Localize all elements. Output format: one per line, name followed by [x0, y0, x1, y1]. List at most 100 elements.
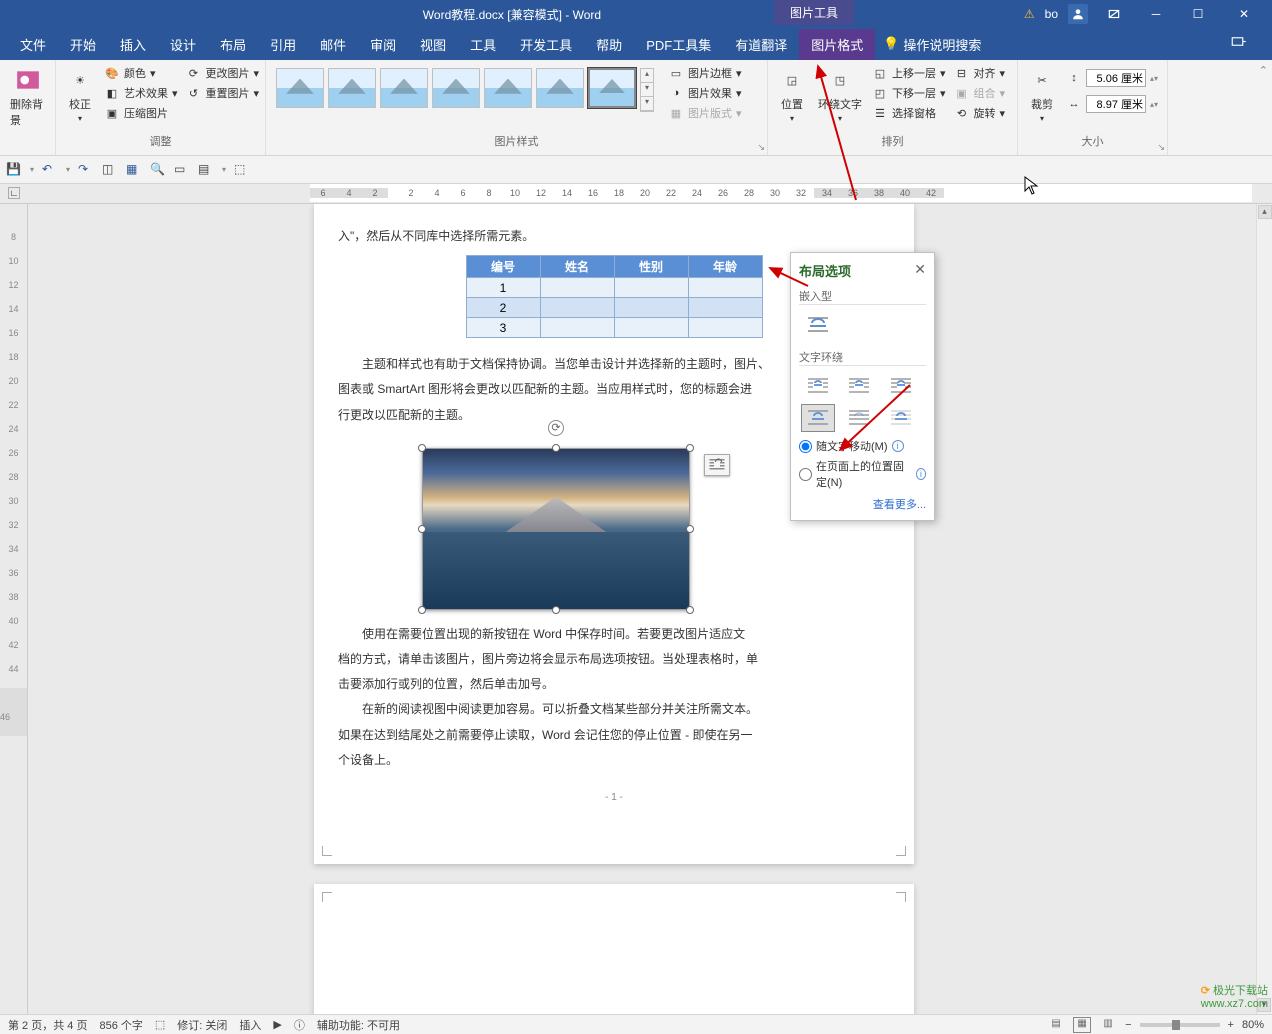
position-button[interactable]: ◲位置▾: [774, 64, 810, 125]
picture-style-thumb-selected[interactable]: [588, 68, 636, 108]
picture-style-thumb[interactable]: [536, 68, 584, 108]
language-icon[interactable]: ⬚: [155, 1018, 165, 1031]
table-header[interactable]: 姓名: [540, 256, 614, 278]
vertical-ruler[interactable]: 8 10 12 14 16 18 20 22 24 26 28 30 32 34…: [0, 204, 28, 1014]
image-content[interactable]: [422, 448, 690, 610]
maximize-button[interactable]: ☐: [1182, 0, 1214, 28]
accessibility-status[interactable]: 辅助功能: 不可用: [317, 1017, 400, 1033]
align-button[interactable]: ⊟对齐 ▾: [952, 64, 1008, 82]
body-text[interactable]: 入"，然后从不同库中选择所需元素。: [338, 224, 890, 249]
tab-youdao[interactable]: 有道翻译: [723, 29, 799, 60]
info-icon[interactable]: i: [916, 468, 926, 480]
rotate-handle[interactable]: ⟳: [548, 420, 564, 436]
zoom-level[interactable]: 80%: [1242, 1019, 1264, 1031]
ribbon-display-options-icon[interactable]: [1098, 0, 1130, 28]
qat-icon[interactable]: ▦: [126, 162, 142, 178]
body-text[interactable]: 个设备上。: [338, 748, 890, 773]
resize-handle[interactable]: [418, 525, 426, 533]
body-text[interactable]: 使用在需要位置出现的新按钮在 Word 中保存时间。若要更改图片适应文: [338, 622, 890, 647]
wrap-through-option[interactable]: [884, 372, 918, 400]
table-cell[interactable]: [688, 278, 762, 298]
width-field[interactable]: ↔▴▾: [1064, 94, 1160, 114]
undo-icon[interactable]: ↶: [42, 162, 58, 178]
table-cell[interactable]: [540, 278, 614, 298]
resize-handle[interactable]: [552, 444, 560, 452]
tab-tools[interactable]: 工具: [458, 29, 508, 60]
group-button[interactable]: ▣组合 ▾: [952, 84, 1008, 102]
corrections-button[interactable]: ☀ 校正 ▾: [62, 64, 98, 125]
wrap-tight-option[interactable]: [842, 372, 876, 400]
scroll-up-button[interactable]: ▴: [1258, 205, 1272, 219]
wrap-top-bottom-option[interactable]: [801, 404, 835, 432]
artistic-effects-button[interactable]: ◧艺术效果 ▾: [102, 84, 180, 102]
move-with-text-radio[interactable]: 随文字移动(M) i: [799, 438, 926, 454]
radio-input[interactable]: [799, 440, 812, 453]
change-picture-button[interactable]: ⟳更改图片 ▾: [184, 64, 262, 82]
table-cell[interactable]: [614, 298, 688, 318]
tab-view[interactable]: 视图: [408, 29, 458, 60]
dialog-launcher-icon[interactable]: ↘: [1157, 142, 1165, 153]
tab-review[interactable]: 审阅: [358, 29, 408, 60]
resize-handle[interactable]: [552, 606, 560, 614]
save-icon[interactable]: 💾: [6, 162, 22, 178]
layout-options-button[interactable]: [704, 454, 730, 476]
tab-help[interactable]: 帮助: [584, 29, 634, 60]
height-field[interactable]: ↕▴▾: [1064, 68, 1160, 88]
color-button[interactable]: 🎨颜色 ▾: [102, 64, 180, 82]
reset-picture-button[interactable]: ↺重置图片 ▾: [184, 84, 262, 102]
zoom-in-button[interactable]: +: [1228, 1019, 1234, 1031]
document-page[interactable]: [314, 884, 914, 1014]
page-indicator[interactable]: 第 2 页，共 4 页: [8, 1017, 87, 1033]
qat-icon[interactable]: ▤: [198, 162, 214, 178]
user-name[interactable]: bo: [1045, 7, 1058, 21]
share-button[interactable]: [1230, 34, 1264, 55]
table-cell[interactable]: 1: [466, 278, 540, 298]
picture-tools-contextual-tab[interactable]: 图片工具: [774, 0, 854, 25]
radio-input[interactable]: [799, 468, 812, 481]
popup-close-button[interactable]: ✕: [914, 261, 926, 278]
resize-handle[interactable]: [686, 444, 694, 452]
send-backward-button[interactable]: ◰下移一层 ▾: [870, 84, 948, 102]
gallery-scroll[interactable]: ▴▾▾: [640, 68, 654, 112]
table-cell[interactable]: [540, 318, 614, 338]
table-cell[interactable]: [614, 278, 688, 298]
close-button[interactable]: ✕: [1224, 0, 1264, 28]
resize-handle[interactable]: [418, 606, 426, 614]
table-cell[interactable]: [540, 298, 614, 318]
zoom-out-button[interactable]: −: [1125, 1019, 1131, 1031]
selection-pane-button[interactable]: ☰选择窗格: [870, 104, 948, 122]
picture-styles-gallery[interactable]: ▴▾▾: [272, 64, 658, 116]
tell-me-search[interactable]: 💡 操作说明搜索: [883, 35, 981, 54]
table-header[interactable]: 性别: [614, 256, 688, 278]
qat-icon[interactable]: ◫: [102, 162, 118, 178]
table-cell[interactable]: [614, 318, 688, 338]
see-more-link[interactable]: 查看更多...: [799, 496, 926, 512]
tab-home[interactable]: 开始: [58, 29, 108, 60]
tab-selector[interactable]: ∟: [8, 187, 20, 199]
remove-background-button[interactable]: 删除背景: [6, 64, 49, 130]
tab-design[interactable]: 设计: [158, 29, 208, 60]
tab-developer[interactable]: 开发工具: [508, 29, 584, 60]
resize-handle[interactable]: [686, 525, 694, 533]
table-cell[interactable]: [688, 298, 762, 318]
resize-handle[interactable]: [686, 606, 694, 614]
horizontal-ruler[interactable]: 6 4 2 2 4 6 8 10 12 14 16 18 20 22 24 26…: [310, 184, 1252, 202]
tab-insert[interactable]: 插入: [108, 29, 158, 60]
body-text[interactable]: 档的方式，请单击该图片，图片旁边将会显示布局选项按钮。当处理表格时，单: [338, 647, 890, 672]
selected-image[interactable]: ⟳: [422, 448, 690, 610]
compress-pictures-button[interactable]: ▣压缩图片: [102, 104, 180, 122]
tab-file[interactable]: 文件: [8, 29, 58, 60]
view-web-layout-icon[interactable]: ▥: [1099, 1017, 1117, 1033]
minimize-button[interactable]: ─: [1140, 0, 1172, 28]
picture-style-thumb[interactable]: [328, 68, 376, 108]
table-header[interactable]: 编号: [466, 256, 540, 278]
insert-mode[interactable]: 插入: [239, 1017, 261, 1033]
table-cell[interactable]: [688, 318, 762, 338]
info-icon[interactable]: i: [892, 440, 904, 452]
wrap-text-button[interactable]: ◳环绕文字▾: [814, 64, 866, 125]
height-input[interactable]: [1086, 69, 1146, 87]
document-table[interactable]: 编号姓名性别年龄 1 2 3: [466, 255, 763, 338]
picture-effects-button[interactable]: ◑图片效果 ▾: [666, 84, 744, 102]
redo-icon[interactable]: ↷: [78, 162, 94, 178]
qat-icon[interactable]: ⬚: [234, 162, 250, 178]
